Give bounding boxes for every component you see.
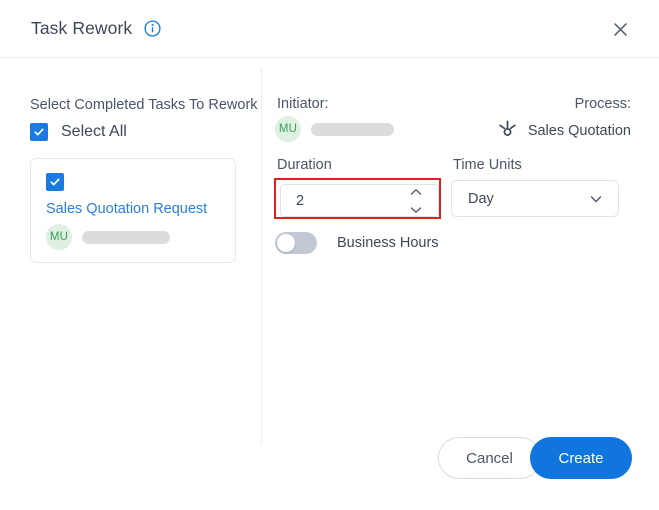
rework-settings-panel: Initiator: MU Process: Sales Quotation D… [261,58,659,458]
dialog-header: Task Rework [0,0,659,58]
process-node-icon [497,118,518,144]
duration-field-highlight [274,178,441,219]
cancel-button[interactable]: Cancel [438,437,541,479]
process-name: Sales Quotation [527,123,631,139]
process-label: Process: [574,96,631,112]
quantity-stepper[interactable] [409,187,423,215]
select-all-checkbox[interactable] [30,123,48,141]
time-units-value: Day [468,190,494,207]
task-selection-heading: Select Completed Tasks To Rework [30,97,258,113]
business-hours-toggle[interactable] [275,232,317,254]
close-icon[interactable] [609,18,631,40]
time-units-label: Time Units [453,157,522,173]
business-hours-row: Business Hours [275,232,439,254]
create-button[interactable]: Create [530,437,632,479]
duration-label: Duration [277,157,332,173]
task-card[interactable]: Sales Quotation Request MU [30,158,236,263]
initiator-label: Initiator: [277,96,329,112]
chevron-down-icon[interactable] [409,205,423,215]
avatar: MU [46,224,72,250]
select-all-row[interactable]: Select All [30,123,127,141]
avatar: MU [275,116,301,142]
initiator-name-redacted [311,122,394,136]
page-title: Task Rework [31,18,133,38]
task-assignee: MU [46,224,170,250]
process-value: Sales Quotation [497,118,631,144]
dialog-footer: Cancel Create [0,428,659,510]
select-all-label: Select All [61,123,127,140]
info-circle-icon[interactable] [144,20,161,37]
task-selection-panel: Select Completed Tasks To Rework Select … [0,58,261,458]
task-checkbox[interactable] [46,173,64,191]
task-name-link[interactable]: Sales Quotation Request [46,201,207,217]
toggle-knob [277,234,295,252]
task-rework-dialog: Task Rework Select Completed Tasks To Re… [0,0,659,510]
chevron-up-icon[interactable] [409,187,423,197]
business-hours-label: Business Hours [337,235,439,251]
initiator-value: MU [275,116,394,142]
assignee-name-redacted [82,230,170,244]
time-units-select[interactable]: Day [451,180,619,217]
chevron-down-icon[interactable] [589,192,603,206]
